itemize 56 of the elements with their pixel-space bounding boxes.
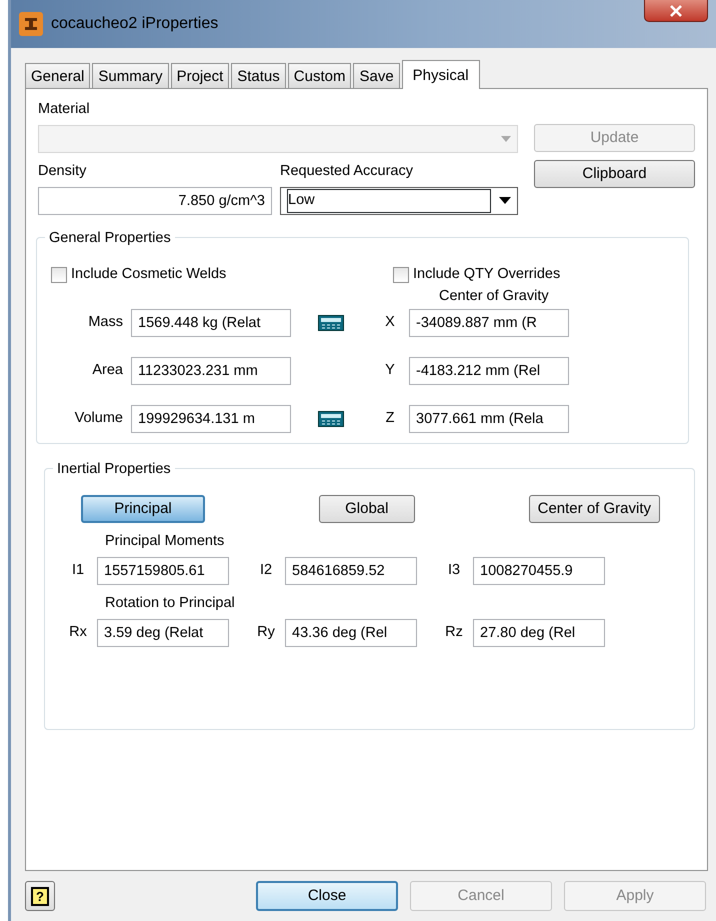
mode-button[interactable]: Principal [81,495,205,524]
field-label: Rx [68,622,88,642]
value-field[interactable]: 1569.448 kg (Relat [131,309,291,338]
calculator-icon[interactable] [318,411,344,428]
axis-label: X [384,313,396,332]
checkbox-label: Include QTY Overrides [413,264,560,284]
tab[interactable]: Custom [288,63,352,88]
field-label: Requested Accuracy [280,162,414,181]
mode-button[interactable]: Global [318,495,415,524]
field-label: I1 [70,561,86,580]
field-label: Material [38,100,91,120]
section-label: Rotation to Principal [105,594,236,613]
rotation-field[interactable]: 3.59 deg (Relat [97,618,229,647]
value-field[interactable]: 11233023.231 mm [131,357,291,386]
value-field[interactable]: -34089.887 mm (R [409,309,569,338]
checkbox-label: Include Cosmetic Welds [71,264,226,284]
rotation-field[interactable]: 27.80 deg (Rel [473,618,605,647]
tab[interactable]: General [25,63,90,88]
tab[interactable]: Project [170,63,230,88]
dropdown-arrow-icon [499,197,511,204]
moment-field[interactable]: 1008270455.9 [473,557,605,585]
value-field[interactable]: -4183.212 mm (Rel [409,357,569,386]
field-label: Density [38,162,88,181]
tab[interactable]: Summary [92,63,169,88]
checkbox[interactable] [393,266,409,283]
field-label: Mass [87,313,123,332]
field-label: I2 [258,561,274,580]
field-label: Volume [74,409,123,428]
field-label: Ry [256,622,276,642]
axis-label: Y [384,361,396,380]
value-field[interactable]: 199929634.131 m [131,405,291,434]
dropdown-arrow-icon [501,136,511,142]
moment-field[interactable]: 1557159805.61 [97,557,229,585]
tab[interactable]: Physical [402,60,480,90]
value-field[interactable]: 3077.661 mm (Rela [409,405,569,434]
field-label: Rz [444,622,464,642]
footer-button[interactable]: Close [256,881,398,911]
field-label: I3 [446,561,462,580]
axis-label: Z [384,409,396,428]
window-title: cocaucheo2 iProperties [51,14,218,34]
field-label: Area [91,361,123,380]
tab[interactable]: Save [353,63,400,88]
clipboard-button[interactable]: Clipboard [534,160,695,188]
close-icon [669,4,683,16]
moment-field[interactable]: 584616859.52 [285,557,417,585]
density-field[interactable]: 7.850 g/cm^3 [38,186,272,215]
tab[interactable]: Status [231,63,286,88]
close-button[interactable] [644,0,708,22]
calculator-icon[interactable] [318,315,344,332]
rotation-field[interactable]: 43.36 deg (Rel [285,618,417,647]
section-label: Center of Gravity [439,286,550,306]
section-label: Principal Moments [105,532,226,552]
help-button[interactable]: ? [25,881,55,911]
mode-button[interactable]: Center of Gravity [528,495,660,524]
checkbox[interactable] [51,266,67,283]
app-icon [19,12,43,36]
